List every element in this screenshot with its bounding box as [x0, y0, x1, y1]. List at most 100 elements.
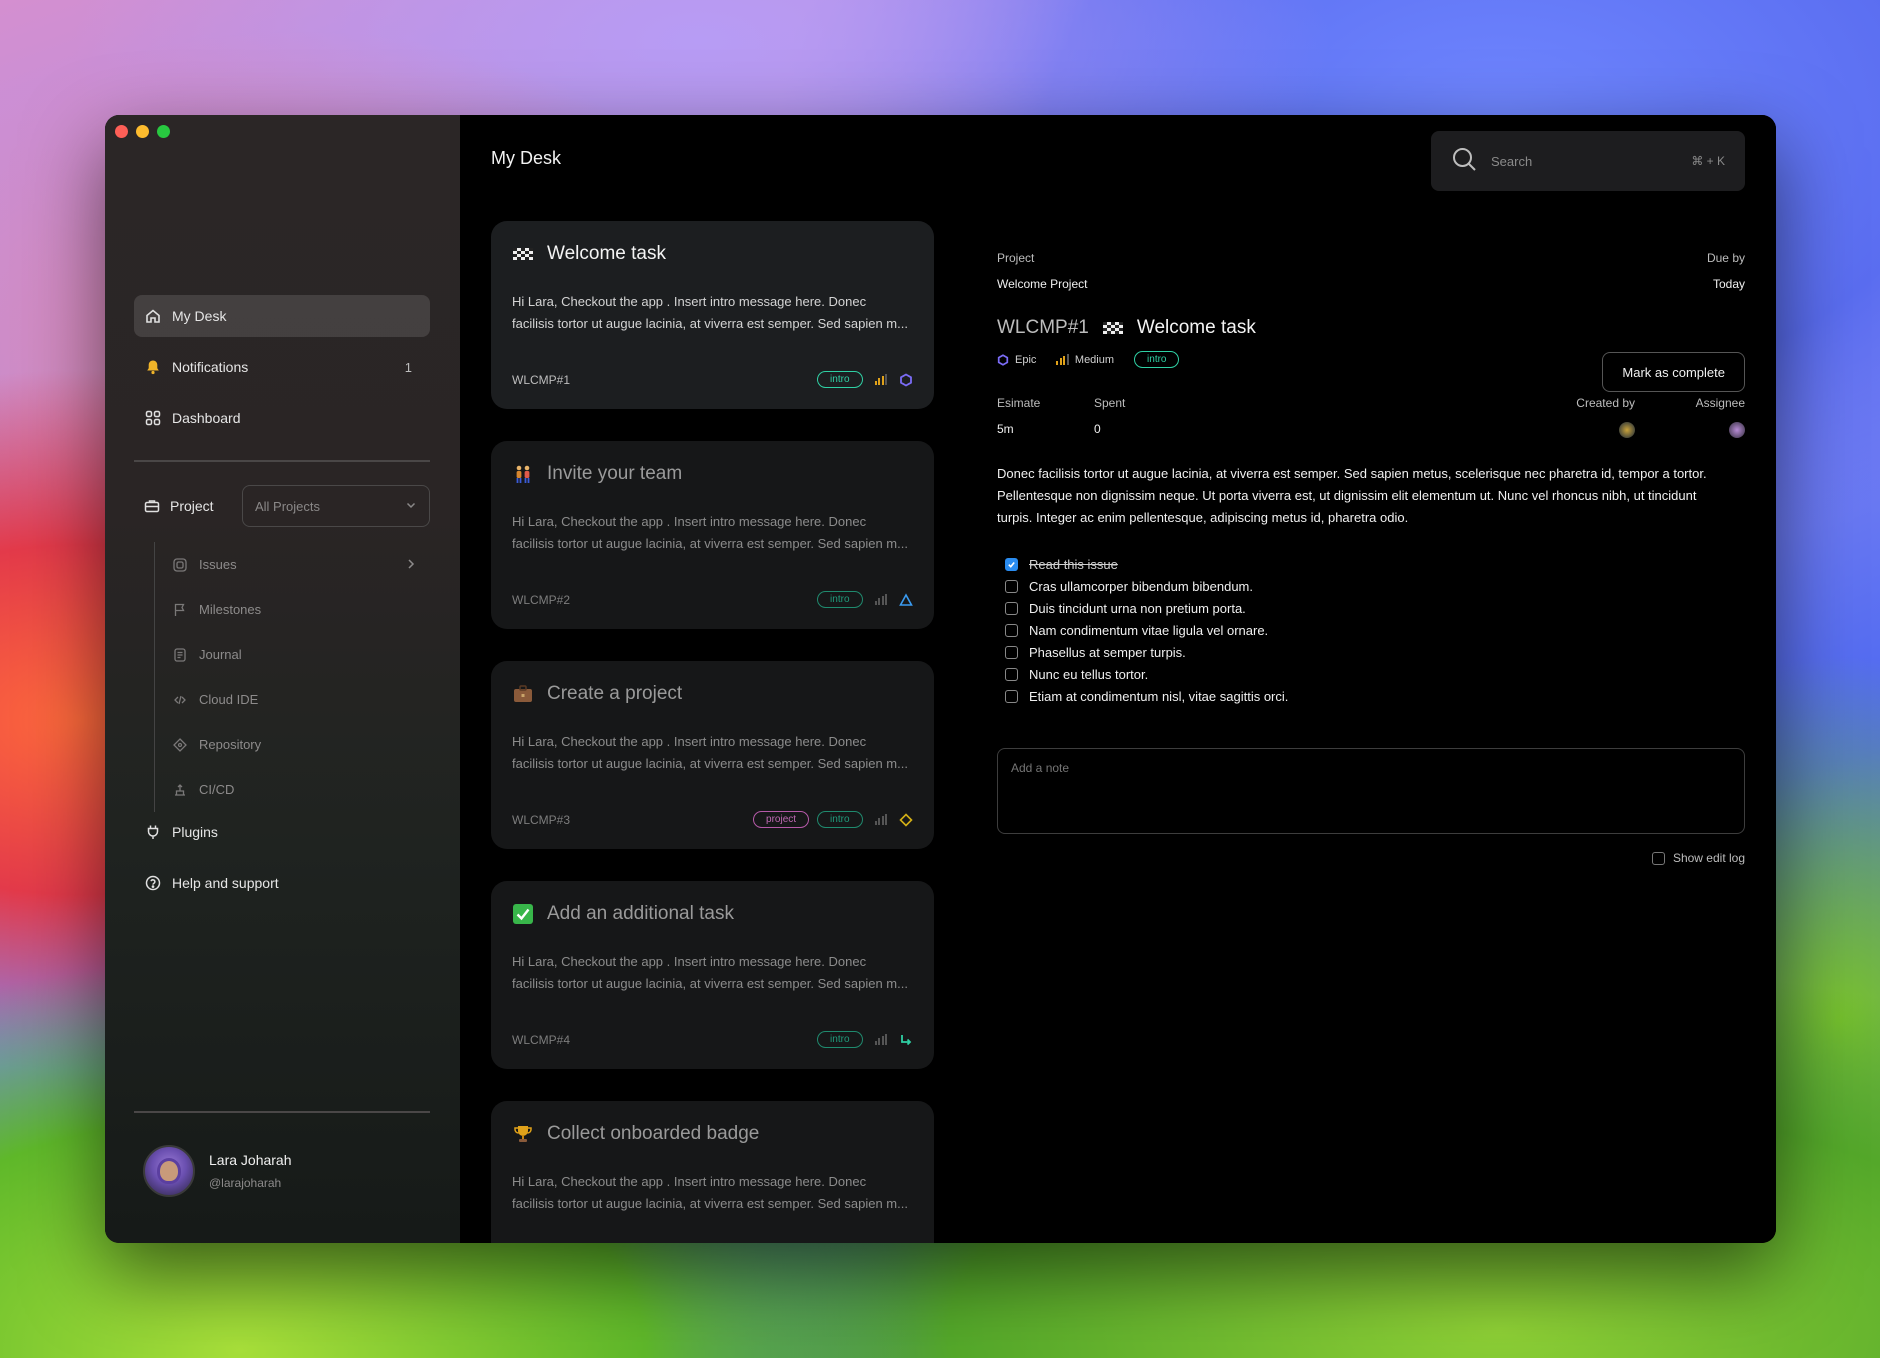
checklist-item[interactable]: Read this issue	[1005, 553, 1745, 575]
task-card[interactable]: Add an additional task Hi Lara, Checkout…	[491, 881, 934, 1069]
checklist-item[interactable]: Etiam at condimentum nisl, vitae sagitti…	[1005, 685, 1745, 707]
chevron-right-icon	[406, 557, 416, 573]
project-select-value: All Projects	[255, 498, 321, 514]
people-icon	[512, 463, 534, 485]
project-value: Welcome Project	[997, 277, 1088, 291]
user-name: Lara Joharah	[209, 1152, 292, 1168]
spent-value[interactable]: 0	[1094, 422, 1125, 436]
journal-icon	[172, 647, 188, 663]
priority-chip[interactable]: Medium	[1056, 354, 1114, 366]
priority-bars-icon	[874, 594, 887, 605]
assignee-avatar[interactable]	[1729, 422, 1745, 438]
show-edit-log-toggle[interactable]: Show edit log	[997, 851, 1745, 865]
sidebar-item-cloud-ide[interactable]: Cloud IDE	[155, 677, 430, 722]
main-area: My Desk Search ⌘ + K Welcome task Hi Lar…	[460, 115, 1776, 1243]
sidebar-item-issues[interactable]: Issues	[155, 542, 430, 587]
user-profile[interactable]: Lara Joharah @larajoharah	[143, 1145, 292, 1197]
checklist-item[interactable]: Duis tincidunt urna non pretium porta.	[1005, 597, 1745, 619]
sidebar-item-journal[interactable]: Journal	[155, 632, 430, 677]
add-note-input[interactable]	[997, 748, 1745, 834]
project-label: Project	[134, 498, 242, 514]
checkbox[interactable]	[1005, 667, 1018, 681]
task-card[interactable]: Collect onboarded badge Hi Lara, Checkou…	[491, 1101, 934, 1243]
diamond-icon	[899, 812, 913, 827]
task-card[interactable]: Welcome task Hi Lara, Checkout the app .…	[491, 221, 934, 409]
sidebar-item-my-desk[interactable]: My Desk	[134, 295, 430, 337]
sidebar-item-help[interactable]: Help and support	[134, 862, 430, 904]
due-value: Today	[1712, 277, 1745, 291]
sidebar-item-cicd[interactable]: CI/CD	[155, 767, 430, 812]
type-chip[interactable]: Epic	[997, 354, 1036, 366]
estimate-value[interactable]: 5m	[997, 422, 1040, 436]
epic-hexagon-icon	[899, 372, 913, 387]
checkbox[interactable]	[1005, 579, 1018, 593]
cicd-icon	[172, 782, 188, 798]
project-label: Project	[997, 251, 1035, 265]
checklist-item[interactable]: Cras ullamcorper bibendum bibendum.	[1005, 575, 1745, 597]
checkbox[interactable]	[1005, 689, 1018, 703]
type-label: Epic	[1015, 353, 1037, 366]
search-icon	[1451, 146, 1477, 177]
spent-label: Spent	[1094, 396, 1126, 410]
notification-count-badge: 1	[404, 359, 412, 375]
avatar	[143, 1145, 195, 1197]
checkbox[interactable]	[1005, 645, 1018, 659]
sidebar-item-notifications[interactable]: Notifications 1	[134, 346, 430, 388]
checkbox-checked[interactable]	[1005, 557, 1018, 571]
sidebar-item-plugins[interactable]: Plugins	[134, 811, 430, 853]
checkbox[interactable]	[1005, 623, 1018, 637]
checkered-flag-icon	[512, 243, 534, 265]
task-card-list: Welcome task Hi Lara, Checkout the app .…	[491, 221, 934, 1243]
home-icon	[144, 307, 162, 325]
checklist-item-text: Duis tincidunt urna non pretium porta.	[1029, 600, 1246, 616]
sidebar-item-label: Help and support	[172, 875, 279, 891]
sidebar-item-label: My Desk	[172, 308, 227, 324]
sidebar-item-dashboard[interactable]: Dashboard	[134, 397, 430, 439]
sidebar-item-milestones[interactable]: Milestones	[155, 587, 430, 632]
task-card-title: Welcome task	[547, 243, 666, 264]
checkbox[interactable]	[1651, 851, 1665, 865]
checkered-flag-icon	[1102, 320, 1123, 336]
mark-as-complete-button[interactable]: Mark as complete	[1602, 352, 1745, 392]
priority-bars-icon	[874, 814, 887, 825]
tag-intro: intro	[817, 811, 863, 828]
task-card-title: Collect onboarded badge	[547, 1123, 760, 1144]
task-detail-panel: Project Welcome Project Due by Today WLC…	[997, 251, 1745, 865]
checklist: Read this issue Cras ullamcorper bibendu…	[997, 553, 1745, 707]
flag-icon	[172, 602, 188, 618]
zoom-window-button[interactable]	[157, 125, 170, 138]
project-filter-row: Project All Projects	[134, 485, 430, 527]
checklist-item-text: Etiam at condimentum nisl, vitae sagitti…	[1029, 688, 1289, 704]
page-title: My Desk	[491, 148, 562, 168]
priority-medium-icon	[874, 374, 887, 385]
checklist-item[interactable]: Nunc eu tellus tortor.	[1005, 663, 1745, 685]
checklist-item-text: Cras ullamcorper bibendum bibendum.	[1029, 578, 1254, 594]
assignee-label: Assignee	[1695, 396, 1745, 410]
priority-bars-icon	[874, 1034, 887, 1045]
checklist-item[interactable]: Nam condimentum vitae ligula vel ornare.	[1005, 619, 1745, 641]
checklist-item-text: Phasellus at semper turpis.	[1029, 644, 1186, 660]
search-input[interactable]: Search ⌘ + K	[1431, 131, 1745, 191]
close-window-button[interactable]	[115, 125, 128, 138]
creator-avatar[interactable]	[1619, 422, 1635, 438]
checkbox[interactable]	[1005, 601, 1018, 615]
checklist-item[interactable]: Phasellus at semper turpis.	[1005, 641, 1745, 663]
window-controls	[115, 125, 170, 138]
epic-hexagon-icon	[997, 353, 1009, 366]
minimize-window-button[interactable]	[136, 125, 149, 138]
tag-intro[interactable]: intro	[1134, 351, 1180, 368]
sidebar-item-label: Issues	[199, 557, 237, 572]
project-label-text: Project	[170, 498, 214, 514]
project-subnav: Issues Milestones Journal Cloud IDE Repo…	[154, 542, 430, 812]
task-card[interactable]: Create a project Hi Lara, Checkout the a…	[491, 661, 934, 849]
task-card-title: Invite your team	[547, 463, 683, 484]
project-select[interactable]: All Projects	[242, 485, 430, 527]
tag-project: project	[753, 811, 810, 828]
plug-icon	[144, 823, 162, 841]
trophy-icon	[512, 1123, 534, 1145]
help-icon	[144, 874, 162, 892]
briefcase-icon	[512, 683, 534, 705]
task-card[interactable]: Invite your team Hi Lara, Checkout the a…	[491, 441, 934, 629]
sidebar-item-repository[interactable]: Repository	[155, 722, 430, 767]
briefcase-icon	[144, 498, 160, 514]
